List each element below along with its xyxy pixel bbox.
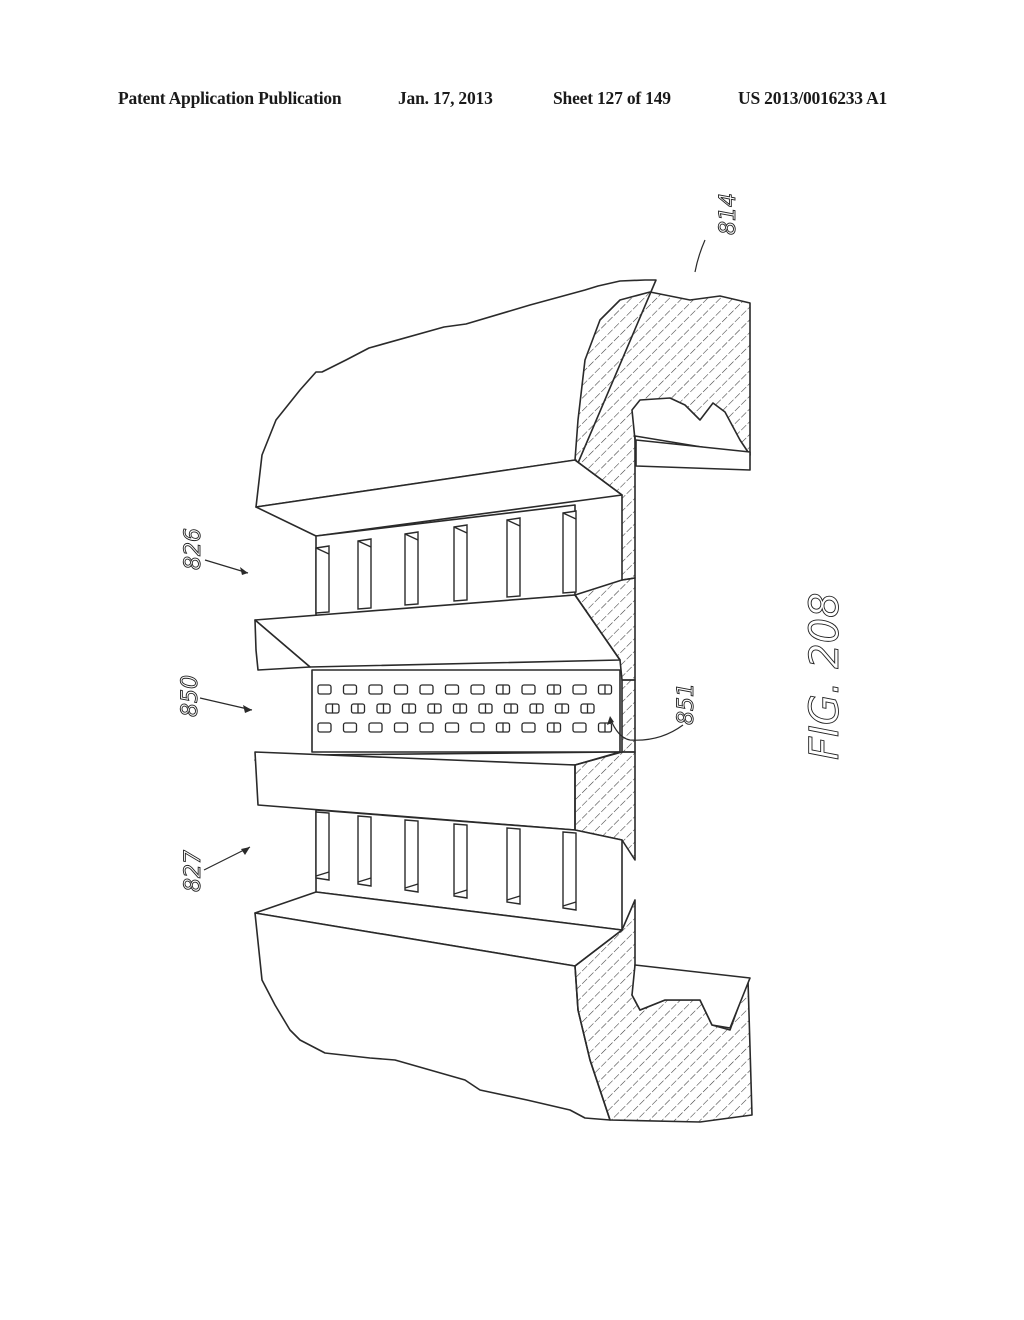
slot	[315, 545, 330, 614]
label-826: 826	[181, 528, 249, 575]
slot	[315, 811, 330, 881]
slot	[404, 819, 419, 893]
nozzle	[393, 722, 409, 733]
nozzle	[393, 684, 409, 695]
slot	[453, 823, 468, 899]
nozzle	[572, 684, 587, 695]
nozzle	[368, 684, 383, 695]
nozzle	[470, 722, 485, 733]
slot	[357, 815, 372, 887]
slot	[404, 531, 419, 606]
nozzle	[368, 722, 383, 733]
label-827: 827	[181, 846, 251, 892]
section-channel-floor	[621, 679, 636, 753]
section-814-upper	[574, 291, 751, 581]
label-851-text: 851	[674, 683, 699, 725]
nozzle	[444, 684, 460, 695]
patent-figure-208: 814 826 850 827 851 FIG. 208	[178, 193, 848, 1123]
slot	[357, 538, 372, 610]
slot	[506, 517, 521, 598]
nozzle	[317, 722, 332, 733]
upper-divider-top	[254, 594, 621, 668]
nozzle	[317, 684, 332, 695]
nozzle	[521, 684, 536, 695]
label-814: 814	[694, 193, 741, 273]
nozzle	[342, 722, 358, 733]
slot	[562, 831, 577, 911]
figure-caption: FIG. 208	[802, 592, 848, 760]
nozzle	[572, 722, 587, 733]
nozzle	[521, 722, 536, 733]
slot	[562, 510, 577, 594]
nozzle	[419, 684, 434, 695]
nozzle	[444, 722, 460, 733]
nozzle	[419, 722, 434, 733]
label-827-text: 827	[181, 850, 206, 892]
nozzle	[342, 684, 358, 695]
label-850-text: 850	[178, 675, 203, 717]
label-850: 850	[178, 675, 253, 717]
slot	[453, 524, 468, 602]
nozzle	[470, 684, 485, 695]
label-814-text: 814	[716, 193, 741, 235]
label-826-text: 826	[181, 528, 206, 570]
slot	[506, 827, 521, 905]
